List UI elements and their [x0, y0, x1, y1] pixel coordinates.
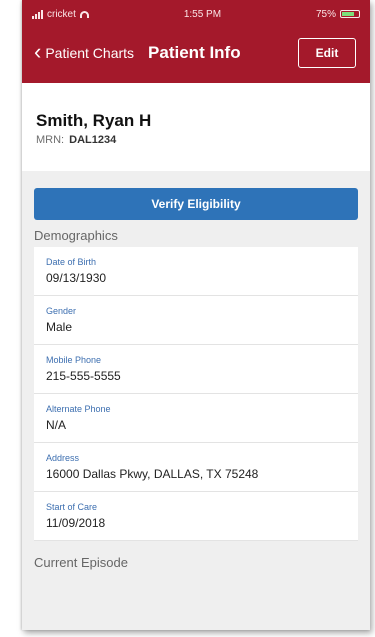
- field-gender: Gender Male: [34, 296, 358, 345]
- demographics-title: Demographics: [22, 220, 370, 247]
- field-label: Alternate Phone: [46, 404, 111, 414]
- field-label: Start of Care: [46, 502, 98, 512]
- field-alternate-phone: Alternate Phone N/A: [34, 394, 358, 443]
- mrn-line: MRN: DAL1234: [36, 134, 356, 146]
- status-left: cricket: [32, 9, 89, 20]
- patient-name: Smith, Ryan H: [36, 111, 152, 130]
- back-label: Patient Charts: [45, 45, 135, 61]
- field-start-of-care: Start of Care 11/09/2018: [34, 492, 358, 541]
- verify-container: Verify Eligibility: [22, 171, 370, 220]
- battery-percent: 75%: [315, 8, 336, 20]
- field-date-of-birth: Date of Birth 09/13/1930: [34, 247, 358, 296]
- chevron-left-icon: ‹: [34, 38, 42, 64]
- signal-icon: [32, 9, 43, 19]
- field-mobile-phone[interactable]: Mobile Phone 215-555-5555: [34, 345, 358, 394]
- field-label: Address: [46, 453, 80, 463]
- field-value: N/A: [46, 418, 67, 432]
- field-value: 11/09/2018: [46, 516, 106, 530]
- mrn-label: MRN:: [36, 134, 65, 146]
- battery-icon: [339, 10, 360, 18]
- field-value: Male: [46, 320, 73, 334]
- demographics-list: Date of Birth 09/13/1930 Gender Male Mob…: [34, 247, 358, 541]
- status-time: 1:55 PM: [183, 8, 222, 20]
- top-bar: cricket 1:55 PM 75% ‹ Patient Charts Pat…: [22, 0, 370, 83]
- field-label: Gender: [46, 306, 77, 316]
- phone-screen: cricket 1:55 PM 75% ‹ Patient Charts Pat…: [22, 0, 370, 630]
- field-label: Date of Birth: [46, 257, 97, 267]
- nav-bar: ‹ Patient Charts Patient Info Edit: [22, 28, 370, 78]
- field-value: 09/13/1930: [46, 271, 107, 285]
- wifi-icon: [79, 10, 89, 18]
- carrier-label: cricket: [47, 8, 76, 20]
- page-title: Patient Info: [148, 43, 241, 62]
- field-address[interactable]: Address 16000 Dallas Pkwy, DALLAS, TX 75…: [34, 443, 358, 492]
- status-right: 75%: [316, 9, 360, 20]
- current-episode-title: Current Episode: [22, 541, 370, 584]
- verify-eligibility-button[interactable]: Verify Eligibility: [34, 188, 358, 220]
- back-button[interactable]: ‹ Patient Charts: [34, 38, 135, 64]
- field-value: 215-555-5555: [46, 369, 121, 383]
- mrn-value: DAL1234: [69, 134, 117, 146]
- edit-button[interactable]: Edit: [298, 38, 356, 68]
- status-bar: cricket 1:55 PM 75%: [22, 0, 370, 28]
- field-label: Mobile Phone: [46, 355, 102, 365]
- field-value: 16000 Dallas Pkwy, DALLAS, TX 75248: [46, 467, 259, 481]
- patient-header: Smith, Ryan H MRN: DAL1234: [22, 83, 370, 171]
